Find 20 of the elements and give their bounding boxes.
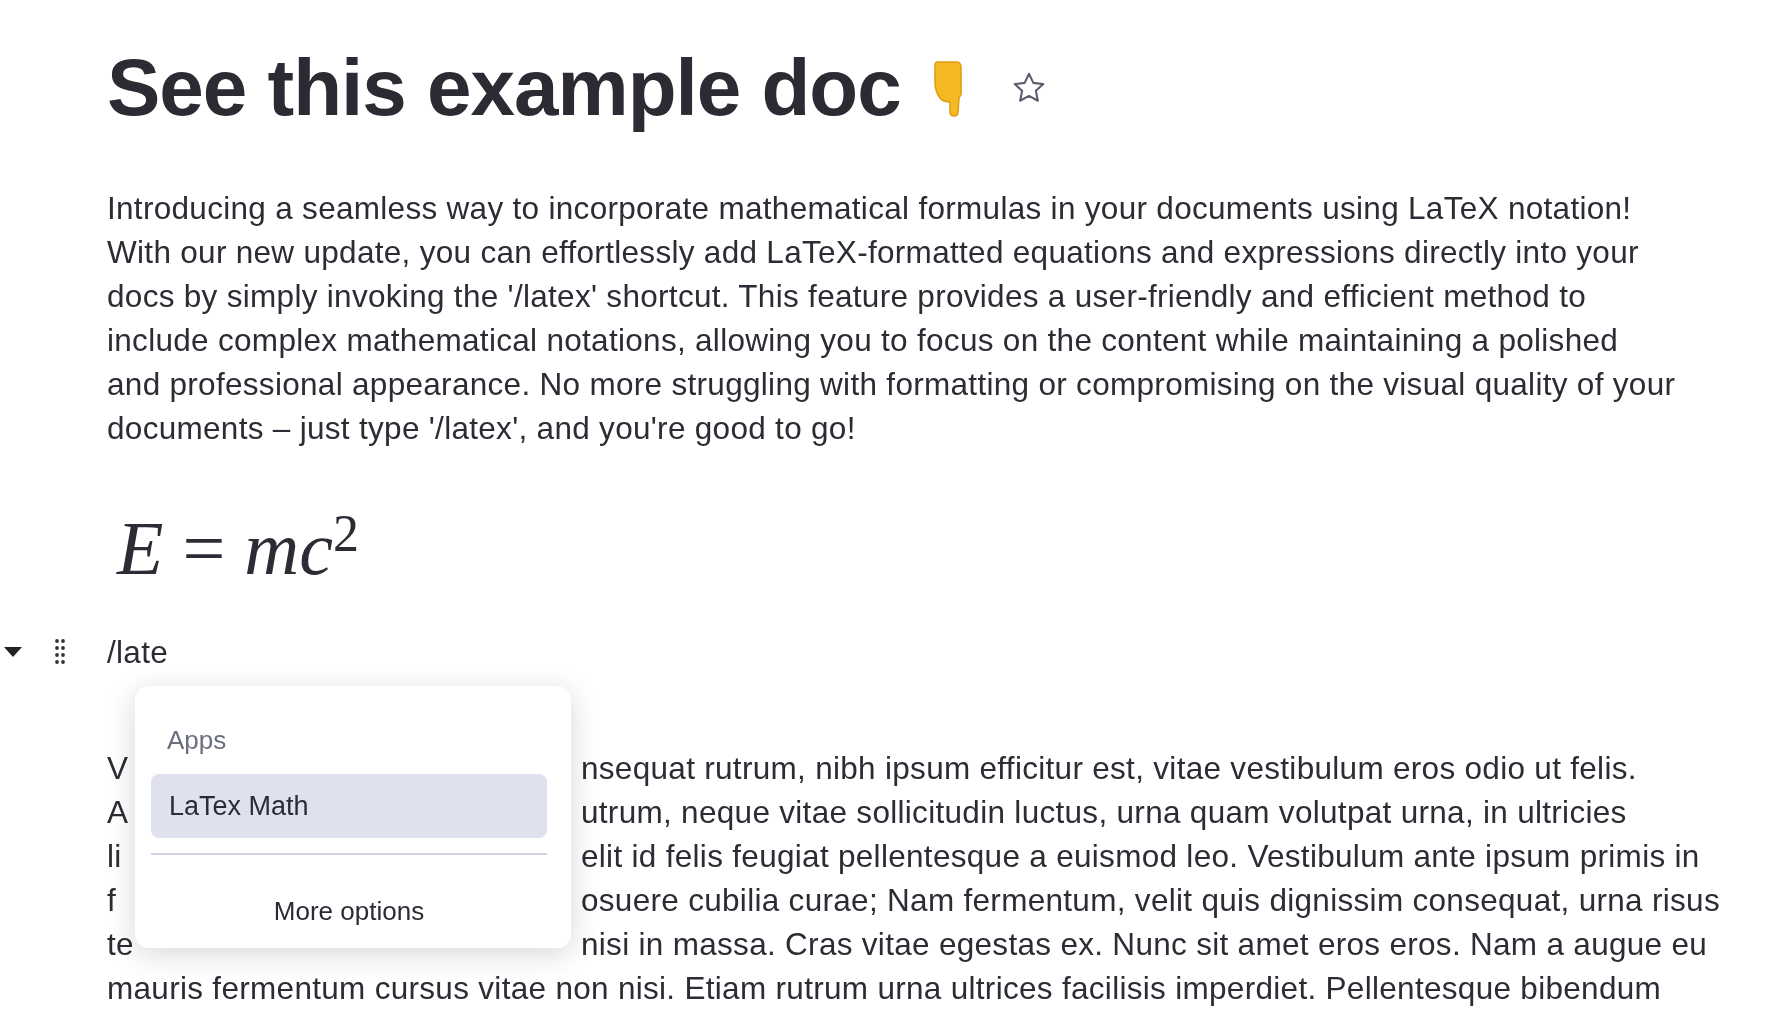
menu-item[interactable]: LaTex Math: [151, 774, 547, 838]
text-fragment: li: [107, 838, 122, 874]
text-fragment: elit id felis feugiat pellentesque a euismod leo. Vestibulum ante ipsum primis in: [581, 837, 1700, 876]
menu-section-label: Apps: [166, 724, 228, 757]
drag-handle-icon[interactable]: [55, 639, 65, 665]
text-fragment: te: [107, 926, 134, 962]
paragraph: Introducing a seamless way to incorporate mathematical formulas in your documents using LaTeX notation! With our new update, you can effortlessly add LaTeX-formatted equations and expressions directly into your docs by simply invoking the '/latex' shortcut. This feature provides a user-friendly and efficient method to include complex mathematical notations, allowing you to focus on the content while maintaining a polished and professional appearance. No more struggling with formatting or compromising on the visual quality of your documents – just type '/latex', and you're good to go!: [107, 189, 1677, 448]
caret-icon[interactable]: [3, 646, 23, 658]
more-options-button[interactable]: More options: [273, 881, 425, 941]
text-fragment: f: [107, 882, 117, 918]
math-formula: E = mc$^{2}$: [117, 503, 360, 592]
text-fragment: V: [107, 750, 129, 786]
text-fragment: nsequat rutrum, nibh ipsum efficitur est, vitae vestibulum eros odio ut felis.: [581, 749, 1637, 788]
text-line: mauris fermentum cursus vitae non nisi. Etiam rutrum urna ultrices facilisis imperdiet. Pellentesque bibendum: [107, 969, 1662, 1008]
text-fragment: nisi in massa. Cras vitae egestas ex. Nunc sit amet eros eros. Nam a augue eu: [581, 925, 1708, 964]
command-text[interactable]: /late: [107, 633, 169, 671]
text-fragment: A: [107, 794, 129, 830]
text-fragment: osuere cubilia curae; Nam fermentum, velit quis dignissim consequat, urna risus: [581, 881, 1720, 920]
text-fragment: utrum, neque vitae sollicitudin luctus, urna quam volutpat urna, in ultricies: [581, 793, 1627, 832]
doc-title: See this example doc: [107, 42, 901, 134]
